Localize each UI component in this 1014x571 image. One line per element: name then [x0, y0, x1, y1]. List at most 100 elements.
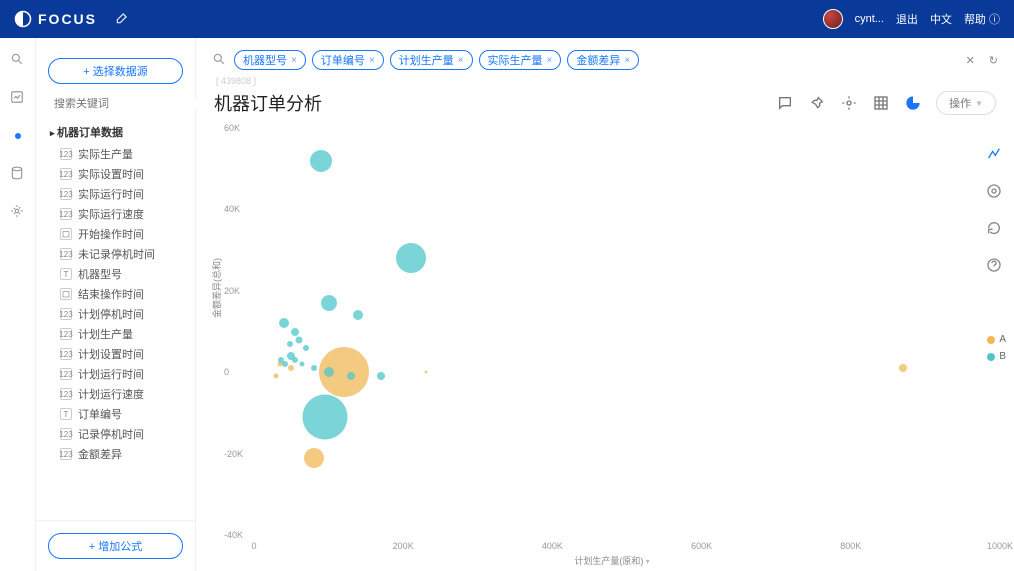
select-datasource-button[interactable]: + 选择数据源 [48, 58, 183, 84]
bubble-point[interactable] [295, 336, 302, 343]
bubble-point[interactable] [287, 341, 293, 347]
field-type-icon: 123 [60, 348, 72, 360]
logout-link[interactable]: 退出 [896, 11, 918, 27]
table-icon[interactable] [872, 94, 890, 112]
x-tick: 200K [393, 541, 414, 551]
bubble-point[interactable] [282, 361, 288, 367]
tree-item[interactable]: 123计划停机时间 [50, 304, 189, 324]
bubble-point[interactable] [347, 372, 355, 380]
tree-item[interactable]: 123计划设置时间 [50, 344, 189, 364]
sidebar-search-input[interactable] [54, 98, 196, 110]
tree-item[interactable]: T订单编号 [50, 404, 189, 424]
x-tick: 0 [251, 541, 256, 551]
tree-item[interactable]: 123实际运行时间 [50, 184, 189, 204]
operate-button[interactable]: 操作▼ [936, 91, 996, 115]
chip-remove-icon[interactable]: × [458, 55, 464, 66]
field-type-icon: 123 [60, 368, 72, 380]
rail-settings-icon[interactable] [10, 204, 26, 220]
query-search-icon [212, 52, 226, 69]
chip-remove-icon[interactable]: × [624, 55, 630, 66]
bubble-point[interactable] [899, 364, 907, 372]
gear-icon[interactable] [840, 94, 858, 112]
bubble-point[interactable] [324, 367, 334, 377]
legend: A B [987, 334, 1006, 362]
lang-link[interactable]: 中文 [930, 11, 952, 27]
chart-refresh-icon[interactable] [986, 220, 1002, 239]
rail-database-icon[interactable] [10, 166, 26, 182]
x-tick: 400K [542, 541, 563, 551]
bubble-point[interactable] [292, 357, 298, 363]
query-chip[interactable]: 金额差异× [567, 50, 639, 70]
tree-root[interactable]: 机器订单数据 [50, 120, 189, 144]
chip-remove-icon[interactable]: × [547, 55, 553, 66]
field-type-icon: 123 [60, 388, 72, 400]
bubble-point[interactable] [310, 150, 332, 172]
tree-item[interactable]: 结束操作时间 [50, 284, 189, 304]
bubble-point[interactable] [300, 362, 305, 367]
refresh-query-icon[interactable]: ↻ [989, 54, 998, 67]
bubble-point[interactable] [377, 372, 385, 380]
username[interactable]: cynt... [855, 13, 884, 25]
y-tick: 0 [224, 367, 229, 377]
chip-remove-icon[interactable]: × [291, 55, 297, 66]
avatar[interactable] [823, 9, 843, 29]
comment-icon[interactable] [776, 94, 794, 112]
field-type-icon: 123 [60, 448, 72, 460]
query-chip[interactable]: 计划生产量× [390, 50, 473, 70]
chart-help-icon[interactable] [986, 257, 1002, 276]
bubble-point[interactable] [303, 345, 309, 351]
field-type-icon [60, 228, 72, 240]
chart-settings-icon[interactable] [986, 183, 1002, 202]
bubble-point[interactable] [321, 295, 337, 311]
bubble-point[interactable] [304, 448, 324, 468]
bubble-point[interactable] [396, 243, 426, 273]
rail-search-icon[interactable] [10, 52, 26, 68]
bubble-point[interactable] [288, 365, 294, 371]
tree-item[interactable]: 123金额差异 [50, 444, 189, 464]
bubble-point[interactable] [274, 374, 279, 379]
add-formula-button[interactable]: + 增加公式 [48, 533, 183, 559]
tree-item[interactable]: 123实际设置时间 [50, 164, 189, 184]
bubble-point[interactable] [311, 365, 317, 371]
bubble-point[interactable] [353, 310, 363, 320]
tree-item[interactable]: 123计划生产量 [50, 324, 189, 344]
field-type-icon: 123 [60, 328, 72, 340]
rail-help-icon[interactable] [10, 128, 26, 144]
field-type-icon: 123 [60, 248, 72, 260]
tree-item[interactable]: 123计划运行速度 [50, 384, 189, 404]
help-link[interactable]: 帮助 ⓘ [964, 11, 1000, 27]
tree-item[interactable]: 123记录停机时间 [50, 424, 189, 444]
field-type-icon [60, 288, 72, 300]
field-type-icon: 123 [60, 428, 72, 440]
tree-item[interactable]: 123未记录停机时间 [50, 244, 189, 264]
x-axis-label[interactable]: 计划生产量(原和) [574, 554, 649, 567]
bubble-point[interactable] [279, 318, 289, 328]
y-tick: -20K [224, 449, 243, 459]
query-chip[interactable]: 实际生产量× [479, 50, 562, 70]
rail-chart-icon[interactable] [10, 90, 26, 106]
clear-query-icon[interactable]: ✕ [966, 54, 975, 67]
field-type-icon: 123 [60, 148, 72, 160]
bubble-point[interactable] [291, 328, 299, 336]
line-chart-tool-icon[interactable] [986, 146, 1002, 165]
query-chip[interactable]: 订单编号× [312, 50, 384, 70]
pin-icon[interactable] [808, 94, 826, 112]
tree-item[interactable]: 123实际生产量 [50, 144, 189, 164]
x-tick: 1000K [987, 541, 1013, 551]
tree-item[interactable]: 123计划运行时间 [50, 364, 189, 384]
chip-remove-icon[interactable]: × [369, 55, 375, 66]
edit-icon[interactable] [115, 11, 129, 28]
field-type-icon: T [60, 268, 72, 280]
app-logo[interactable]: FOCUS [14, 10, 97, 28]
logo-icon [14, 10, 32, 28]
query-chip[interactable]: 机器型号× [234, 50, 306, 70]
bubble-point[interactable] [302, 394, 347, 439]
tree-item[interactable]: 123实际运行速度 [50, 204, 189, 224]
chart-icon[interactable] [904, 94, 922, 112]
y-tick: 20K [224, 286, 240, 296]
y-axis-label: 金额差异(总和) [210, 258, 223, 318]
x-tick: 800K [840, 541, 861, 551]
bubble-point[interactable] [424, 371, 427, 374]
tree-item[interactable]: 开始操作时间 [50, 224, 189, 244]
tree-item[interactable]: T机器型号 [50, 264, 189, 284]
